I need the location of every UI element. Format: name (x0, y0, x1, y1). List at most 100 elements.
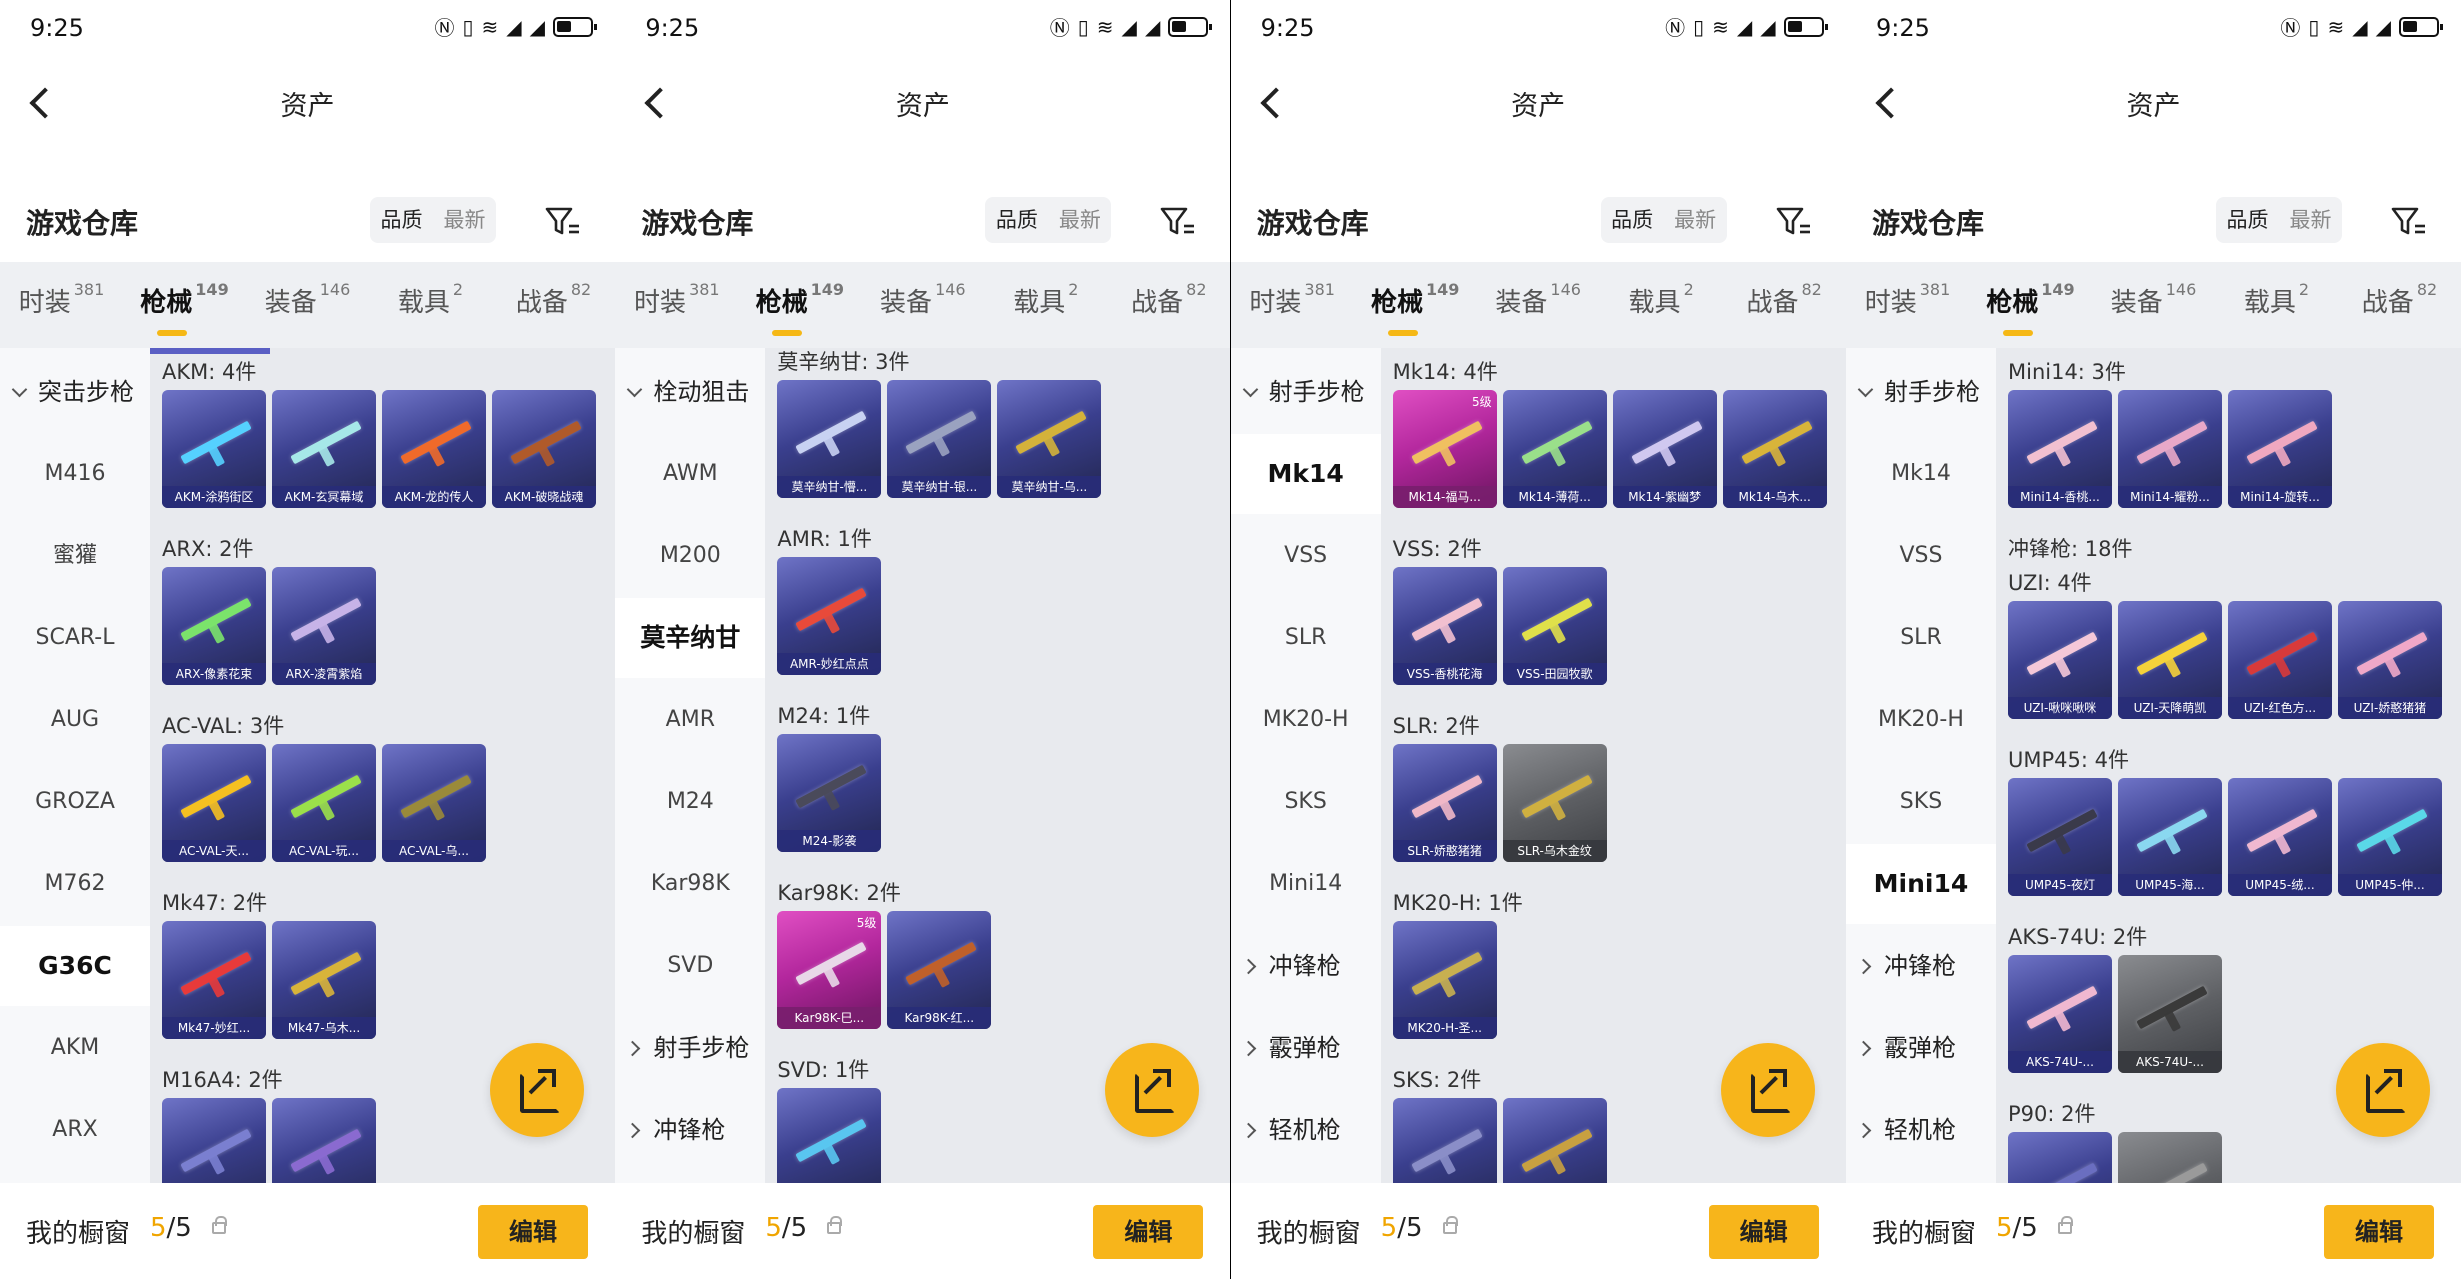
skin-card[interactable]: AKM-龙的传人 (382, 390, 486, 508)
skin-card[interactable]: UMP45-仲... (2337, 778, 2442, 896)
sidebar-item[interactable]: M762 (0, 844, 150, 924)
edit-button[interactable]: 编辑 (1708, 1205, 1819, 1259)
tab-supplies[interactable]: 战备 82 (492, 280, 615, 328)
skin-card[interactable]: UZI-啾咪啾咪 (2007, 601, 2112, 719)
sidebar-item[interactable]: SKS (1846, 762, 1996, 842)
sidebar-group-expanded[interactable]: 射手步枪 (1231, 352, 1381, 432)
skin-card[interactable]: UZI-红色方... (2227, 601, 2332, 719)
share-button[interactable] (1105, 1043, 1200, 1137)
tab-equipment[interactable]: 装备 146 (1477, 280, 1600, 328)
sort-quality-button[interactable]: 品质 (1601, 197, 1664, 243)
skin-card[interactable]: 莫辛纳甘-银... (887, 380, 992, 498)
skin-card[interactable]: UMP45-海... (2117, 778, 2222, 896)
skin-card[interactable]: 5级 Mk14-福马... (1392, 390, 1497, 508)
skin-card[interactable]: Mk14-紫幽梦 (1612, 390, 1717, 508)
sidebar-item-selected[interactable]: G36C (0, 926, 150, 1006)
skin-card[interactable]: Mk47-妙红... (162, 921, 266, 1039)
sidebar-group-collapsed[interactable]: 射手步枪 (615, 1008, 765, 1088)
tab-equipment[interactable]: 装备 146 (861, 280, 984, 328)
tab-vehicles[interactable]: 载具 2 (2215, 280, 2338, 328)
tab-firearms[interactable]: 枪械 149 (738, 280, 861, 336)
tab-supplies[interactable]: 战备 82 (2338, 280, 2461, 328)
sidebar-group-expanded[interactable]: 射手步枪 (1846, 352, 1996, 432)
tab-fashion[interactable]: 时装 381 (1846, 280, 1969, 328)
skin-card[interactable]: Mk47-乌木... (272, 921, 376, 1039)
skin-card[interactable]: AKM-涂鸦街区 (162, 390, 266, 508)
tab-fashion[interactable]: 时装 381 (615, 280, 738, 328)
sidebar-item[interactable]: SCAR-L (0, 598, 150, 678)
filter-icon[interactable] (543, 202, 583, 242)
sidebar-item[interactable]: M200 (615, 516, 765, 596)
sidebar-group-collapsed[interactable]: 霰弹枪 (1846, 1008, 1996, 1088)
sidebar-group-expanded[interactable]: 栓动狙击 (615, 352, 765, 432)
skin-card[interactable] (272, 1098, 376, 1183)
sidebar-item[interactable]: ARX (0, 1090, 150, 1170)
sort-quality-button[interactable]: 品质 (985, 197, 1048, 243)
tab-vehicles[interactable]: 载具 2 (984, 280, 1107, 328)
skin-card[interactable]: Mk14-薄荷... (1502, 390, 1607, 508)
sidebar-group-collapsed[interactable]: 冲锋枪 (615, 1090, 765, 1170)
tab-firearms[interactable]: 枪械 149 (1354, 280, 1477, 336)
skin-card[interactable]: ARX-像素花束 (162, 567, 266, 685)
tab-fashion[interactable]: 时装 381 (0, 280, 123, 328)
sidebar-item[interactable]: AWM (615, 434, 765, 514)
skin-card[interactable]: MK20-H-圣... (1392, 921, 1497, 1039)
sidebar-item[interactable]: MK20-H (1846, 680, 1996, 760)
skin-card[interactable] (777, 1088, 882, 1183)
skin-card[interactable]: AKM-破晓战魂 (492, 390, 596, 508)
tab-equipment[interactable]: 装备 146 (246, 280, 369, 328)
sort-latest-button[interactable]: 最新 (2279, 197, 2342, 243)
share-button[interactable] (1720, 1043, 1815, 1137)
sidebar-item[interactable]: AUG (0, 680, 150, 760)
sidebar-item[interactable]: M24 (615, 762, 765, 842)
skin-card[interactable]: Kar98K-红... (887, 911, 992, 1029)
skin-card[interactable]: AMR-妙红点点 (777, 557, 882, 675)
sidebar-item[interactable]: SVD (615, 926, 765, 1006)
sort-quality-button[interactable]: 品质 (2216, 197, 2279, 243)
sort-quality-button[interactable]: 品质 (370, 197, 433, 243)
sidebar-item[interactable]: AKM (0, 1008, 150, 1088)
sidebar-item[interactable]: MK20-H (1231, 680, 1381, 760)
skin-card[interactable]: AKS-74U-... (2007, 955, 2112, 1073)
skin-card[interactable]: 5级 Kar98K-巳... (777, 911, 882, 1029)
skin-card[interactable]: AKS-74U-... (2117, 955, 2222, 1073)
sidebar-group-collapsed[interactable]: 冲锋枪 (1231, 926, 1381, 1006)
sidebar-group-collapsed[interactable]: 冲锋枪 (1846, 926, 1996, 1006)
tab-fashion[interactable]: 时装 381 (1231, 280, 1354, 328)
skin-card[interactable]: AKM-玄冥幕域 (272, 390, 376, 508)
skin-card[interactable]: UZI-天降萌凯 (2117, 601, 2222, 719)
filter-icon[interactable] (1158, 202, 1198, 242)
sort-latest-button[interactable]: 最新 (1048, 197, 1111, 243)
sidebar-item[interactable]: M416 (0, 434, 150, 514)
skin-card[interactable]: M24-影袭 (777, 734, 882, 852)
sidebar-item-selected[interactable]: Mk14 (1230, 434, 1381, 514)
sidebar-item-selected[interactable]: Mini14 (1845, 844, 1996, 924)
skin-card[interactable]: Mini14-耀粉... (2117, 390, 2222, 508)
tab-vehicles[interactable]: 载具 2 (369, 280, 492, 328)
skin-card[interactable]: VSS-田园牧歌 (1502, 567, 1607, 685)
skin-card[interactable] (2007, 1132, 2112, 1183)
sort-latest-button[interactable]: 最新 (1664, 197, 1727, 243)
tab-supplies[interactable]: 战备 82 (1107, 280, 1230, 328)
sidebar-item[interactable]: VSS (1231, 516, 1381, 596)
sort-latest-button[interactable]: 最新 (433, 197, 496, 243)
skin-card[interactable]: SLR-乌木金纹 (1502, 744, 1607, 862)
skin-card[interactable]: Mini14-香桃... (2007, 390, 2112, 508)
skin-card[interactable]: AC-VAL-乌... (382, 744, 486, 862)
skin-card[interactable]: AC-VAL-天... (162, 744, 266, 862)
sidebar-group-expanded[interactable]: 突击步枪 (0, 352, 150, 432)
sidebar-item[interactable]: AMR (615, 680, 765, 760)
tab-equipment[interactable]: 装备 146 (2092, 280, 2215, 328)
tab-supplies[interactable]: 战备 82 (1723, 280, 1846, 328)
skin-card[interactable] (1392, 1098, 1497, 1183)
skin-card[interactable]: 莫辛纳甘-乌... (997, 380, 1102, 498)
sidebar-item[interactable]: VSS (1846, 516, 1996, 596)
filter-icon[interactable] (1774, 202, 1814, 242)
sidebar-group-collapsed[interactable]: 轻机枪 (1231, 1090, 1381, 1170)
filter-icon[interactable] (2389, 202, 2429, 242)
tab-firearms[interactable]: 枪械 149 (1969, 280, 2092, 336)
skin-card[interactable] (162, 1098, 266, 1183)
skin-card[interactable]: Mk14-乌木... (1722, 390, 1827, 508)
sidebar-item[interactable]: Kar98K (615, 844, 765, 924)
skin-card[interactable]: UMP45-绒... (2227, 778, 2332, 896)
